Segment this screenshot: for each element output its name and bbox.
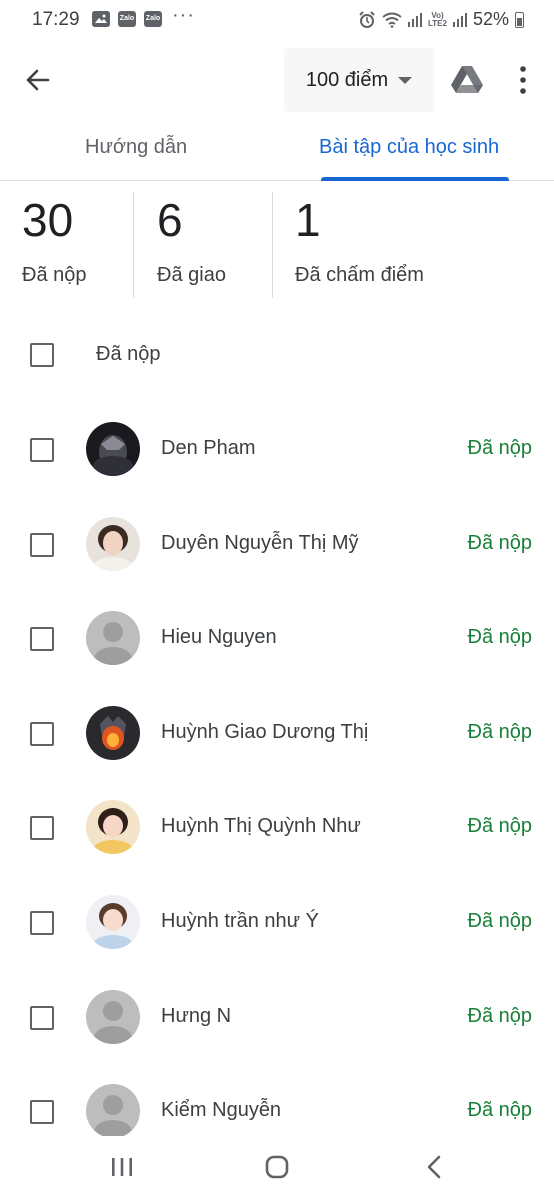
stat-label: Đã nộp [22, 264, 87, 286]
submission-status: Đã nộp [467, 437, 533, 459]
row-checkbox[interactable] [30, 722, 54, 746]
avatar [86, 517, 140, 571]
system-nav-bar [0, 1136, 554, 1200]
default-avatar-icon [86, 1084, 140, 1138]
home-icon[interactable] [264, 1154, 290, 1180]
stat-value: 6 [157, 194, 183, 246]
drive-button[interactable] [450, 62, 484, 96]
signal-icon [452, 12, 467, 27]
student-name: Kiểm Nguyễn [161, 1099, 282, 1121]
tab-student-work[interactable]: Bài tập của học sinh [319, 136, 499, 159]
stat-turned-in[interactable]: 30 Đã nộp [22, 190, 87, 298]
zalo-icon: Zalo [144, 11, 162, 27]
row-checkbox[interactable] [30, 438, 54, 462]
default-avatar-icon [86, 611, 140, 665]
student-name: Hưng N [161, 1005, 232, 1027]
back-button[interactable] [18, 60, 58, 100]
stat-value: 30 [22, 194, 74, 246]
zalo-icon: Zalo [118, 11, 136, 27]
points-label: 100 điểm [305, 68, 389, 91]
app-bar: 100 điểm [0, 40, 554, 118]
avatar [86, 706, 140, 760]
default-avatar-icon [86, 990, 140, 1044]
student-name: Den Pham [161, 437, 256, 459]
submission-status: Đã nộp [467, 626, 533, 648]
tab-bar: Hướng dẫn Bài tập của học sinh [0, 118, 554, 181]
student-row[interactable]: Hieu Nguyen Đã nộp [0, 592, 554, 686]
tab-instructions[interactable]: Hướng dẫn [85, 136, 187, 159]
lte-indicator: Vo) LTE2 [428, 10, 447, 28]
stat-assigned[interactable]: 6 Đã giao [157, 190, 226, 298]
row-checkbox[interactable] [30, 627, 54, 651]
student-name: Huỳnh trần như Ý [161, 910, 319, 932]
student-name: Huỳnh Giao Dương Thị [161, 721, 369, 743]
submission-status: Đã nộp [467, 910, 533, 932]
stats-summary: 30 Đã nộp 6 Đã giao 1 Đã chấm điểm [0, 190, 554, 300]
avatar [86, 422, 140, 476]
caret-down-icon [398, 76, 413, 84]
row-checkbox[interactable] [30, 1006, 54, 1030]
signal-icon [408, 12, 422, 27]
student-name: Duyên Nguyễn Thị Mỹ [161, 532, 359, 554]
divider [272, 192, 273, 298]
battery-text: 52% [472, 9, 509, 29]
gallery-icon [92, 11, 110, 27]
more-notifications-icon: ··· [172, 4, 195, 26]
divider [133, 192, 134, 298]
submission-status: Đã nộp [467, 721, 533, 743]
active-tab-indicator [321, 177, 509, 181]
wifi-icon [382, 12, 402, 28]
stat-graded[interactable]: 1 Đã chấm điểm [295, 190, 424, 298]
submission-status: Đã nộp [467, 532, 533, 554]
points-dropdown[interactable]: 100 điểm [284, 48, 434, 112]
stat-label: Đã chấm điểm [295, 264, 424, 286]
student-row[interactable]: Huỳnh Giao Dương Thị Đã nộp [0, 687, 554, 781]
avatar [86, 800, 140, 854]
stat-label: Đã giao [157, 264, 226, 286]
student-name: Hieu Nguyen [161, 626, 277, 648]
filter-section-label: Đã nộp [96, 343, 161, 365]
stat-value: 1 [295, 194, 321, 246]
more-options-button[interactable] [512, 62, 534, 98]
alarm-icon [359, 10, 375, 28]
more-vert-icon [520, 66, 526, 94]
arrow-back-icon [26, 69, 50, 91]
submission-status: Đã nộp [467, 1099, 533, 1121]
battery-icon [515, 11, 524, 28]
student-row[interactable]: Hưng N Đã nộp [0, 971, 554, 1065]
recent-apps-icon[interactable] [110, 1156, 134, 1178]
status-time: 17:29 [32, 9, 80, 30]
row-checkbox[interactable] [30, 816, 54, 840]
back-nav-icon[interactable] [424, 1154, 444, 1180]
row-checkbox[interactable] [30, 533, 54, 557]
avatar [86, 895, 140, 949]
google-drive-icon [451, 66, 483, 93]
student-row[interactable]: Huỳnh Thị Quỳnh Như Đã nộp [0, 781, 554, 875]
student-row[interactable]: Duyên Nguyễn Thị Mỹ Đã nộp [0, 498, 554, 592]
row-checkbox[interactable] [30, 1100, 54, 1124]
student-name: Huỳnh Thị Quỳnh Như [161, 815, 361, 837]
student-row[interactable]: Huỳnh trần như Ý Đã nộp [0, 876, 554, 970]
submission-status: Đã nộp [467, 815, 533, 837]
select-all-checkbox[interactable] [30, 343, 54, 367]
submission-status: Đã nộp [467, 1005, 533, 1027]
student-row[interactable]: Den Pham Đã nộp [0, 403, 554, 497]
row-checkbox[interactable] [30, 911, 54, 935]
status-bar: 17:29 Zalo Zalo ··· Vo) LTE2 52% [0, 0, 554, 40]
